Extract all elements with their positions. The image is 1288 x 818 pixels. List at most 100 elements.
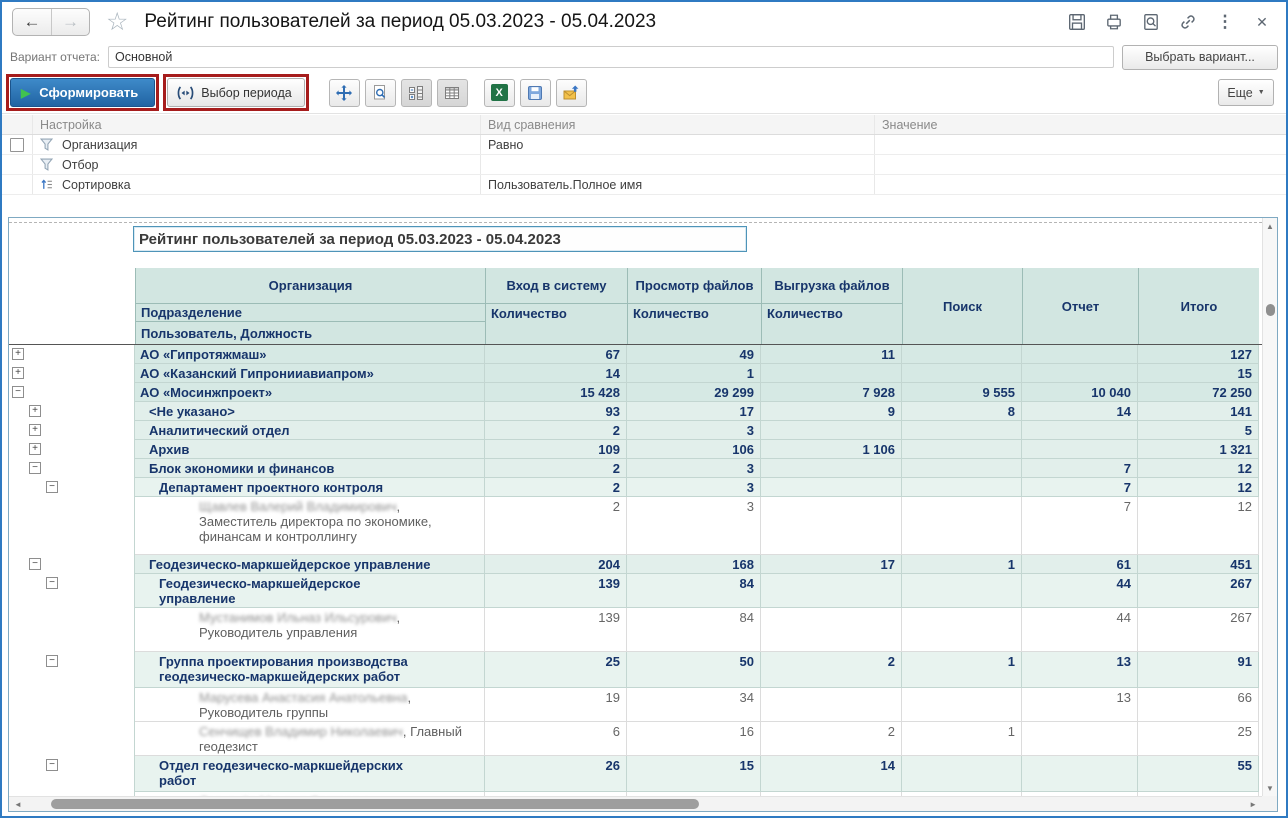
view-count-cell[interactable]: 84: [627, 574, 761, 608]
print-preview-button[interactable]: [365, 79, 396, 107]
login-count-cell[interactable]: 2: [485, 478, 627, 497]
search-count-cell[interactable]: [902, 574, 1022, 608]
login-count-cell[interactable]: 19: [485, 688, 627, 722]
view-count-cell[interactable]: 3: [627, 478, 761, 497]
send-mail-button[interactable]: [556, 79, 587, 107]
login-count-cell[interactable]: 25: [485, 652, 627, 688]
search-count-cell[interactable]: [902, 421, 1022, 440]
org-cell[interactable]: Группа проектирования производства геоде…: [135, 652, 485, 688]
org-cell[interactable]: АО «Мосинжпроект»: [135, 383, 485, 402]
export-count-cell[interactable]: [761, 364, 902, 383]
scroll-up-icon[interactable]: ▲: [1263, 222, 1277, 231]
grouping-levels-button[interactable]: [401, 79, 432, 107]
view-count-cell[interactable]: 15: [627, 756, 761, 792]
login-count-cell[interactable]: 204: [485, 555, 627, 574]
search-count-cell[interactable]: 1: [902, 555, 1022, 574]
view-count-cell[interactable]: 50: [627, 652, 761, 688]
header-export-files-column[interactable]: Выгрузка файлов Количество: [761, 268, 902, 344]
report-count-cell[interactable]: 13: [1022, 652, 1138, 688]
favorite-star-icon[interactable]: ☆: [106, 10, 128, 35]
report-count-cell[interactable]: 44: [1022, 608, 1138, 652]
more-menu-icon[interactable]: ⋮: [1215, 12, 1235, 32]
total-count-cell[interactable]: 15: [1138, 364, 1259, 383]
total-count-cell[interactable]: 12: [1138, 497, 1259, 555]
settings-row-filter[interactable]: Отбор: [2, 155, 1286, 175]
scroll-right-icon[interactable]: ►: [1249, 800, 1257, 809]
total-count-cell[interactable]: 127: [1138, 345, 1259, 364]
export-count-cell[interactable]: 11: [761, 345, 902, 364]
login-count-cell[interactable]: 15 428: [485, 383, 627, 402]
search-count-cell[interactable]: 1: [902, 722, 1022, 756]
org-cell[interactable]: Блок экономики и финансов: [135, 459, 485, 478]
total-count-cell[interactable]: 12: [1138, 459, 1259, 478]
expand-toggle[interactable]: +: [29, 424, 41, 436]
report-count-cell[interactable]: [1022, 364, 1138, 383]
org-cell[interactable]: Щавлев Валерий Владимирович, Заместитель…: [135, 497, 485, 555]
header-total-column[interactable]: Итого: [1138, 268, 1259, 344]
search-count-cell[interactable]: 8: [902, 402, 1022, 421]
login-count-cell[interactable]: 139: [485, 608, 627, 652]
setting-value[interactable]: [874, 155, 1286, 174]
header-login-column[interactable]: Вход в систему Количество: [485, 268, 627, 344]
view-count-cell[interactable]: 17: [627, 402, 761, 421]
header-org-column[interactable]: Организация Подразделение Пользователь, …: [135, 268, 485, 344]
view-count-cell[interactable]: 106: [627, 440, 761, 459]
save-icon[interactable]: [1067, 12, 1087, 32]
view-count-cell[interactable]: 3: [627, 421, 761, 440]
setting-value[interactable]: [874, 135, 1286, 154]
view-count-cell[interactable]: 16: [627, 722, 761, 756]
search-count-cell[interactable]: [902, 608, 1022, 652]
horizontal-scrollbar[interactable]: ◄ ►: [9, 796, 1262, 811]
export-count-cell[interactable]: 7 928: [761, 383, 902, 402]
search-count-cell[interactable]: [902, 440, 1022, 459]
period-select-button[interactable]: Выбор периода: [167, 78, 304, 107]
comparison-value[interactable]: Равно: [480, 135, 874, 154]
export-count-cell[interactable]: [761, 688, 902, 722]
expand-toggle[interactable]: −: [46, 655, 58, 667]
search-count-cell[interactable]: 1: [902, 652, 1022, 688]
expand-toggle[interactable]: −: [12, 386, 24, 398]
expand-toggle[interactable]: −: [46, 759, 58, 771]
export-count-cell[interactable]: [761, 574, 902, 608]
expand-toggle[interactable]: −: [46, 577, 58, 589]
export-count-cell[interactable]: [761, 497, 902, 555]
comparison-value[interactable]: Пользователь.Полное имя: [480, 175, 874, 194]
total-count-cell[interactable]: 1 321: [1138, 440, 1259, 459]
org-cell[interactable]: Геодезическо-маркшейдерское управление: [135, 574, 485, 608]
header-search-column[interactable]: Поиск: [902, 268, 1022, 344]
scroll-left-icon[interactable]: ◄: [14, 800, 22, 809]
link-icon[interactable]: [1178, 12, 1198, 32]
view-count-cell[interactable]: 3: [627, 459, 761, 478]
search-count-cell[interactable]: [902, 345, 1022, 364]
export-count-cell[interactable]: 14: [761, 756, 902, 792]
export-count-cell[interactable]: 9: [761, 402, 902, 421]
total-count-cell[interactable]: 451: [1138, 555, 1259, 574]
view-count-cell[interactable]: 84: [627, 608, 761, 652]
total-count-cell[interactable]: 91: [1138, 652, 1259, 688]
org-cell[interactable]: Отдел геодезическо-маркшейдерских работ: [135, 756, 485, 792]
expand-toggle[interactable]: −: [29, 558, 41, 570]
total-count-cell[interactable]: 72 250: [1138, 383, 1259, 402]
report-count-cell[interactable]: 7: [1022, 497, 1138, 555]
settings-row-organization[interactable]: Организация Равно: [2, 135, 1286, 155]
login-count-cell[interactable]: 14: [485, 364, 627, 383]
login-count-cell[interactable]: 2: [485, 421, 627, 440]
total-count-cell[interactable]: 267: [1138, 574, 1259, 608]
horizontal-scroll-thumb[interactable]: [51, 799, 699, 809]
setting-value[interactable]: [874, 175, 1286, 194]
total-count-cell[interactable]: 141: [1138, 402, 1259, 421]
back-button[interactable]: ←: [13, 9, 51, 35]
report-count-cell[interactable]: 13: [1022, 688, 1138, 722]
report-count-cell[interactable]: 10 040: [1022, 383, 1138, 402]
preview-icon[interactable]: [1141, 12, 1161, 32]
close-icon[interactable]: ✕: [1252, 12, 1272, 32]
generate-button[interactable]: ▶ Сформировать: [10, 78, 155, 107]
report-count-cell[interactable]: [1022, 440, 1138, 459]
org-cell[interactable]: Архив: [135, 440, 485, 459]
org-cell[interactable]: Мустанимов Ильназ Ильсурович, Руководите…: [135, 608, 485, 652]
search-count-cell[interactable]: [902, 364, 1022, 383]
report-count-cell[interactable]: 7: [1022, 459, 1138, 478]
view-count-cell[interactable]: 29 299: [627, 383, 761, 402]
org-cell[interactable]: Департамент проектного контроля: [135, 478, 485, 497]
total-count-cell[interactable]: 55: [1138, 756, 1259, 792]
